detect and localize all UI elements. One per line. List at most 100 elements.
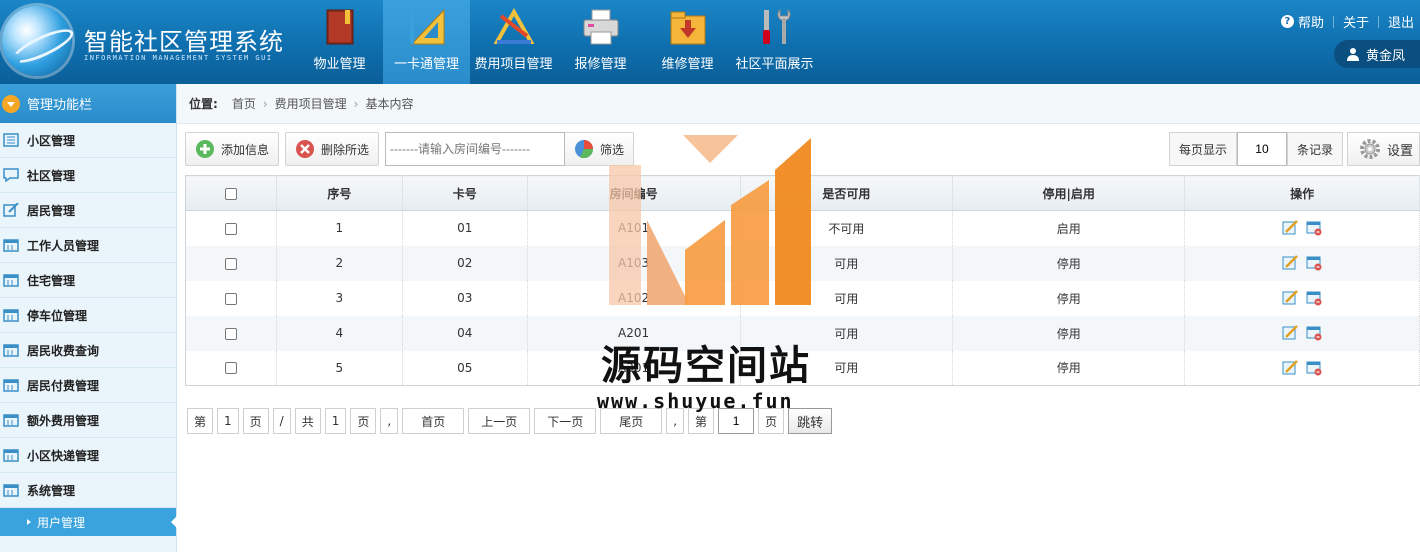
column-header: 房间编号 [527, 175, 741, 211]
globe-logo-icon [2, 6, 72, 76]
goto-page-button[interactable]: 跳转 [788, 408, 833, 434]
table-row: 1 01 A101 不可用 启用 [185, 210, 1420, 246]
settings-button[interactable]: 设置 [1346, 132, 1420, 166]
row-checkbox[interactable] [224, 257, 237, 270]
pager-text: 页 [350, 408, 377, 434]
topnav-card[interactable]: 一卡通管理 [383, 0, 470, 84]
sidebar-item-label: 额外费用管理 [27, 413, 100, 428]
sidebar-item[interactable]: 停车位管理 [0, 298, 176, 333]
help-link[interactable]: 帮助 [1298, 12, 1324, 31]
pie-chart-icon [575, 140, 594, 159]
pager-text: 第 [187, 408, 214, 434]
cell-toggle[interactable]: 停用 [952, 280, 1186, 316]
sidebar-item-label: 住宅管理 [27, 273, 76, 288]
sidebar-item[interactable]: 居民付费管理 [0, 368, 176, 403]
topnav-repair-report[interactable]: 报修管理 [557, 0, 644, 84]
divider [1377, 15, 1379, 28]
cell-actions [1184, 350, 1420, 386]
app-subtitle: INFORMATION MANAGEMENT SYSTEM GUI [84, 54, 273, 62]
breadcrumb-label: 位置: [189, 97, 218, 111]
filter-button[interactable]: 筛选 [565, 132, 635, 166]
calendar-icon [3, 484, 19, 497]
edit-icon[interactable] [1282, 255, 1298, 271]
add-button-label: 添加信息 [221, 142, 270, 157]
cell-toggle[interactable]: 停用 [952, 315, 1186, 351]
divider [1332, 15, 1334, 28]
about-link[interactable]: 关于 [1343, 12, 1369, 31]
sidebar-item[interactable]: 居民收费查询 [0, 333, 176, 368]
breadcrumb-item[interactable]: 费用项目管理 [275, 95, 347, 112]
row-checkbox[interactable] [224, 292, 237, 305]
topnav-fees[interactable]: 费用项目管理 [470, 0, 557, 84]
row-checkbox[interactable] [224, 362, 237, 375]
edit-icon[interactable] [1282, 359, 1298, 376]
edit-icon[interactable] [1282, 290, 1298, 306]
sidebar-item[interactable]: 小区快递管理 [0, 438, 176, 473]
row-checkbox[interactable] [224, 327, 237, 340]
help-icon: ? [1280, 15, 1294, 28]
sidebar-item-label: 社区管理 [27, 168, 76, 183]
calendar-icon [3, 274, 19, 287]
sidebar-item-label: 工作人员管理 [27, 238, 100, 253]
delete-icon[interactable] [1306, 220, 1322, 236]
cell-toggle[interactable]: 停用 [952, 350, 1186, 386]
edit-icon[interactable] [1282, 325, 1298, 341]
delete-icon[interactable] [1306, 325, 1322, 341]
select-all-checkbox[interactable] [224, 187, 237, 200]
sidebar-list: 小区管理社区管理居民管理工作人员管理 住宅管理停车位管理 居民收费查询居民付费管理额… [0, 123, 176, 508]
logout-link[interactable]: 退出 [1388, 12, 1414, 31]
cell-no: 2 [276, 245, 403, 281]
pager-current-page: 1 [217, 408, 239, 434]
user-badge[interactable]: 黄金凤 [1334, 40, 1420, 68]
sidebar-item[interactable]: 住宅管理 [0, 263, 176, 298]
sidebar-item[interactable]: 居民管理 [0, 193, 176, 228]
sidebar-item[interactable]: 小区管理 [0, 123, 176, 158]
topnav-community-map[interactable]: 社区平面展示 [731, 0, 818, 84]
topnav-maintenance[interactable]: 维修管理 [644, 0, 731, 84]
ruler-triangle-icon [409, 8, 444, 45]
topnav-property[interactable]: 物业管理 [296, 0, 383, 84]
page-size-input[interactable] [1236, 132, 1287, 166]
topnav-label: 物业管理 [313, 57, 366, 72]
cell-actions [1184, 210, 1420, 246]
cell-available: 可用 [740, 280, 954, 316]
drafting-tools-icon [493, 7, 534, 44]
row-select-cell [185, 245, 277, 281]
sidebar-title: 管理功能栏 [27, 98, 93, 113]
cell-actions [1184, 280, 1420, 316]
sidebar-subitem-user-management[interactable]: 用户管理 [0, 508, 177, 536]
row-checkbox[interactable] [224, 222, 237, 235]
prev-page-button[interactable]: 上一页 [468, 408, 531, 434]
sidebar-item-label: 小区管理 [27, 133, 76, 148]
cell-toggle[interactable]: 停用 [952, 245, 1186, 281]
pager-text: , [380, 408, 399, 434]
delete-icon[interactable] [1306, 360, 1322, 376]
delete-icon[interactable] [1306, 255, 1322, 271]
cell-card: 01 [402, 210, 528, 246]
sidebar-item[interactable]: 工作人员管理 [0, 228, 176, 263]
sidebar-item-label: 居民付费管理 [27, 378, 100, 393]
topnav-label: 社区平面展示 [735, 57, 814, 72]
tools-icon [762, 8, 790, 44]
page-size-tools: 每页显示 条记录 设置 [1168, 132, 1420, 166]
delete-icon[interactable] [1306, 290, 1322, 306]
sidebar-item[interactable]: 社区管理 [0, 158, 176, 193]
sidebar-item[interactable]: 系统管理 [0, 473, 176, 508]
room-number-search-input[interactable] [385, 132, 566, 166]
cell-room: A101 [527, 210, 741, 246]
pager-total-pages: 1 [324, 408, 347, 434]
calendar-icon [3, 379, 19, 392]
first-page-button[interactable]: 首页 [402, 408, 465, 434]
edit-icon[interactable] [1282, 220, 1298, 236]
next-page-button[interactable]: 下一页 [534, 408, 597, 434]
calendar-icon [3, 309, 19, 322]
cell-room: A103 [527, 245, 741, 281]
sidebar-header[interactable]: 管理功能栏 [0, 84, 176, 123]
cell-toggle[interactable]: 启用 [952, 210, 1186, 246]
delete-selected-button[interactable]: 删除所选 [285, 132, 380, 166]
book-icon [326, 9, 353, 45]
printer-icon [583, 9, 618, 45]
breadcrumb-item[interactable]: 首页 [232, 95, 256, 112]
add-button[interactable]: 添加信息 [185, 132, 280, 166]
sidebar-item[interactable]: 额外费用管理 [0, 403, 176, 438]
